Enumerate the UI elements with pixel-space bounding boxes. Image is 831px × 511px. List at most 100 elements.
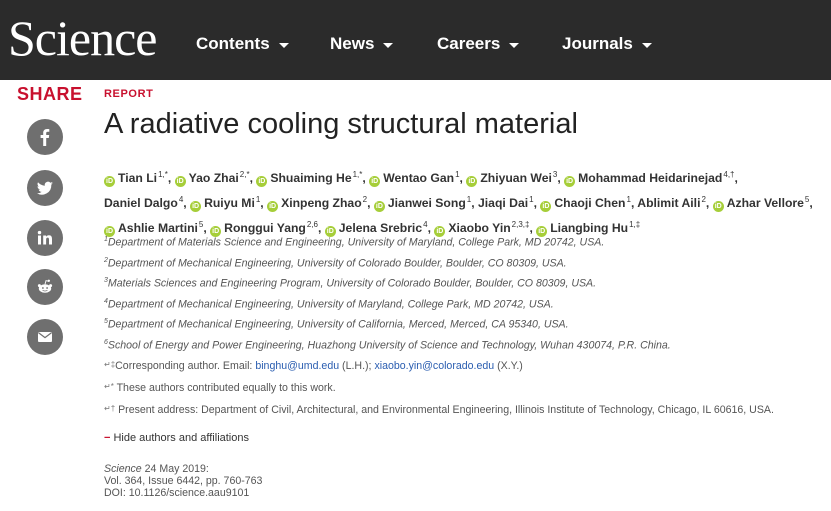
email-link-hu[interactable]: binghu@umd.edu [255,360,339,372]
author-affiliation-marker: 1 [255,195,261,205]
orcid-icon[interactable]: iD [190,201,202,213]
share-reddit-button[interactable] [27,269,63,305]
author-entry[interactable]: iD Yao Zhai2,* [174,170,250,188]
citation-journal-line: Science 24 May 2019: [104,463,262,475]
hide-authors-toggle[interactable]: − Hide authors and affiliations [104,432,249,444]
author-affiliation-marker: 4,† [723,170,735,179]
note-text: Present address: Department of Civil, Ar… [115,404,774,416]
hide-authors-label: Hide authors and affiliations [113,432,249,444]
author-entry[interactable]: iD Xinpeng Zhao2 [267,195,367,213]
author-affiliation-marker: 5 [198,220,204,230]
citation-doi: DOI: 10.1126/science.aau9101 [104,487,250,499]
author-affiliation-marker: 1 [455,170,460,179]
orcid-icon[interactable]: iD [540,201,552,213]
nav-label: Journals [562,34,633,53]
nav-label: News [330,34,375,53]
affiliation-item: 2Department of Mechanical Engineering, U… [104,254,816,275]
nav-label: Careers [437,34,501,53]
nav-contents[interactable]: Contents [196,34,289,54]
author-affiliation-marker: 1,‡ [629,220,641,230]
nav-journals[interactable]: Journals [562,34,652,54]
author-entry[interactable]: iD Zhiyuan Wei3 [466,170,557,188]
citation-date: 24 May 2019: [141,463,209,475]
affiliation-text: School of Energy and Power Engineering, … [107,339,671,352]
present-address-note: ↵† Present address: Department of Civil,… [104,402,816,417]
affiliation-item: 3Materials Sciences and Engineering Prog… [104,274,816,295]
share-label: SHARE [17,84,83,104]
orcid-icon[interactable]: iD [369,176,381,188]
affiliation-text: Department of Materials Science and Engi… [107,236,605,249]
affiliation-item: 1Department of Materials Science and Eng… [104,233,816,254]
article-title: A radiative cooling structural material [104,108,578,140]
author-affiliation-marker: 4 [423,220,428,230]
orcid-icon[interactable]: iD [267,201,279,213]
nav-careers[interactable]: Careers [437,34,520,54]
orcid-icon[interactable]: iD [256,176,268,188]
author-entry[interactable]: Jiaqi Dai1 [478,195,534,211]
twitter-icon [37,181,53,195]
share-twitter-button[interactable] [27,170,63,206]
author-affiliation-marker: 1 [529,195,534,205]
author-name: Jiaqi Dai [478,196,529,211]
author-affiliation-marker: 2 [701,195,706,205]
note-text: (X.Y.) [494,360,523,372]
top-navigation-bar: Science Contents News Careers Journals [0,0,831,80]
author-entry[interactable]: iD Shuaiming He1,* [256,170,363,188]
share-facebook-button[interactable] [27,119,63,155]
orcid-icon[interactable]: iD [466,176,478,188]
science-logo[interactable]: Science [8,10,157,66]
affiliation-item: 5Department of Mechanical Engineering, U… [104,315,816,336]
author-entry[interactable]: iD Jianwei Song1 [373,195,472,213]
author-entry[interactable]: iD Ruiyu Mi1 [190,195,261,213]
author-name: Zhiyuan Wei [480,171,552,186]
author-list: iD Tian Li1,*, iD Yao Zhai2,*, iD Shuaiming… [104,170,813,238]
note-text: Corresponding author. Email: [115,360,256,372]
author-affiliation-marker: 2,6 [306,220,318,230]
author-entry[interactable]: iD Mohammad Heidarinejad4,† [564,170,735,188]
orcid-icon[interactable]: iD [174,176,186,188]
author-name: Xinpeng Zhao [281,196,362,211]
article-type-label: REPORT [104,88,154,100]
author-affiliation-marker: 2,3,‡ [511,220,530,230]
author-entry[interactable]: iD Chaoji Chen1 [540,195,631,213]
nav-news[interactable]: News [330,34,394,54]
orcid-icon[interactable]: iD [373,201,385,213]
author-entry[interactable]: iD Tian Li1,* [104,170,168,188]
facebook-icon [40,129,50,146]
author-affiliation-marker: 1 [466,195,472,205]
author-notes: ↵‡Corresponding author. Email: binghu@um… [104,358,816,419]
linkedin-icon [37,230,52,245]
author-name: Wentao Gan [383,171,455,186]
affiliation-item: 4Department of Mechanical Engineering, U… [104,295,816,316]
affiliation-text: Department of Mechanical Engineering, Un… [107,318,569,331]
equal-contribution-note: ↵* These authors contributed equally to … [104,380,816,395]
affiliation-text: Materials Sciences and Engineering Progr… [107,277,597,290]
author-name: Jianwei Song [387,196,466,211]
author-name: Chaoji Chen [554,196,626,211]
note-text: (L.H.); [339,360,375,372]
share-linkedin-button[interactable] [27,220,63,256]
orcid-icon[interactable]: iD [104,176,115,188]
share-email-button[interactable] [27,319,63,355]
email-link-yin[interactable]: xiaobo.yin@colorado.edu [374,360,494,372]
email-icon [38,332,52,342]
author-entry[interactable]: iD Azhar Vellore5 [712,195,809,213]
author-name: Daniel Dalgo [104,196,178,211]
reddit-icon [37,279,53,293]
affiliation-list: 1Department of Materials Science and Eng… [104,233,816,357]
author-name: Yao Zhai [188,171,239,186]
citation-volume: Vol. 364, Issue 6442, pp. 760-763 [104,475,263,487]
citation-block: Science 24 May 2019: Vol. 364, Issue 644… [104,463,262,499]
author-entry[interactable]: Daniel Dalgo4 [104,195,184,211]
author-affiliation-marker: 1,* [352,170,363,179]
nav-label: Contents [196,34,270,53]
author-entry[interactable]: Ablimit Aili2 [637,195,706,211]
corresponding-author-note: ↵‡Corresponding author. Email: binghu@um… [104,358,816,373]
author-affiliation-marker: 4 [178,195,184,205]
orcid-icon[interactable]: iD [712,201,724,213]
author-name: Azhar Vellore [726,196,804,211]
author-name: Ablimit Aili [637,196,701,211]
author-name: Shuaiming He [270,171,352,186]
orcid-icon[interactable]: iD [564,176,576,188]
author-entry[interactable]: iD Wentao Gan1 [369,170,460,188]
